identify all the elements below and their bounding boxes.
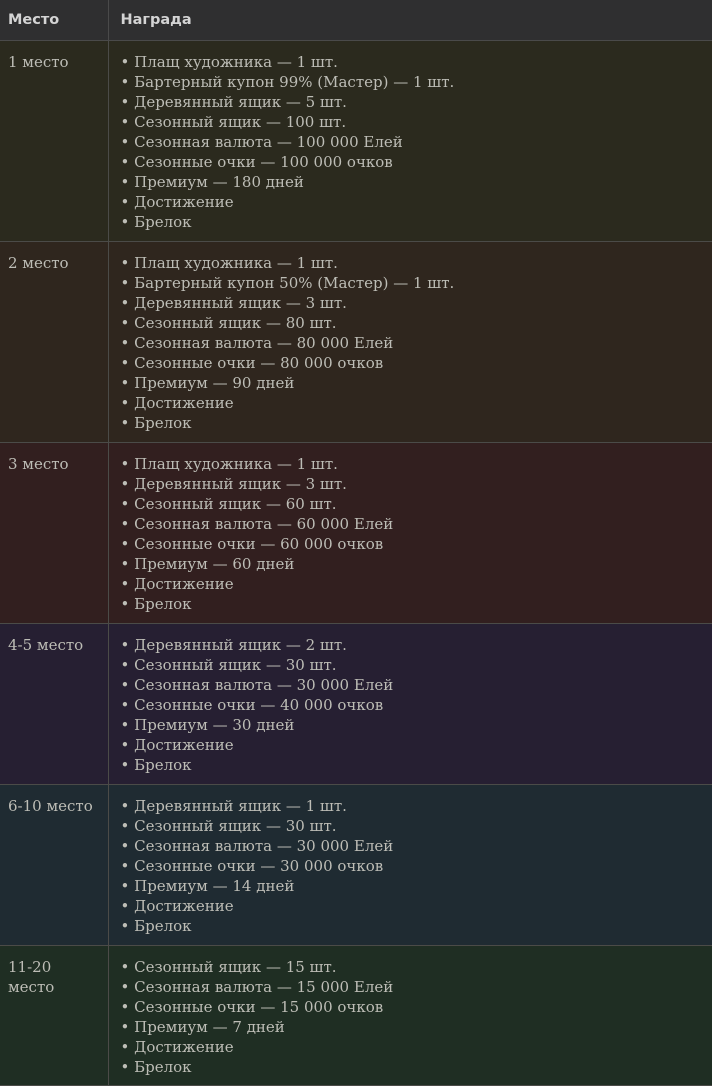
reward-list: Деревянный ящик — 2 шт.Сезонный ящик — 3… (121, 635, 712, 775)
reward-item: Сезонная валюта — 80 000 Елей (121, 333, 712, 353)
reward-item: Премиум — 90 дней (121, 373, 712, 393)
reward-item: Сезонные очки — 80 000 очков (121, 353, 712, 373)
place-cell: 3 место (0, 443, 108, 624)
reward-cell: Плащ художника — 1 шт.Бартерный купон 99… (108, 41, 712, 242)
reward-item: Сезонный ящик — 30 шт. (121, 816, 712, 836)
column-header-place: Место (0, 0, 108, 41)
place-cell: 1 место (0, 41, 108, 242)
reward-item: Премиум — 14 дней (121, 876, 712, 896)
reward-item: Брелок (121, 594, 712, 614)
reward-item: Премиум — 60 дней (121, 554, 712, 574)
reward-item: Премиум — 30 дней (121, 715, 712, 735)
reward-item: Сезонные очки — 60 000 очков (121, 534, 712, 554)
reward-item: Премиум — 180 дней (121, 172, 712, 192)
place-cell: 11-20 место (0, 946, 108, 1086)
reward-item: Сезонный ящик — 60 шт. (121, 494, 712, 514)
reward-item: Сезонный ящик — 15 шт. (121, 957, 712, 977)
reward-item: Деревянный ящик — 1 шт. (121, 796, 712, 816)
reward-list: Деревянный ящик — 1 шт.Сезонный ящик — 3… (121, 796, 712, 936)
reward-list: Плащ художника — 1 шт.Бартерный купон 50… (121, 253, 712, 433)
reward-item: Достижение (121, 574, 712, 594)
reward-item: Сезонная валюта — 15 000 Елей (121, 977, 712, 997)
reward-list: Плащ художника — 1 шт.Деревянный ящик — … (121, 454, 712, 614)
reward-item: Брелок (121, 1057, 712, 1077)
reward-item: Сезонный ящик — 80 шт. (121, 313, 712, 333)
reward-item: Плащ художника — 1 шт. (121, 454, 712, 474)
reward-item: Достижение (121, 1037, 712, 1057)
reward-item: Достижение (121, 896, 712, 916)
reward-item: Брелок (121, 755, 712, 775)
place-cell: 2 место (0, 242, 108, 443)
table-row: 3 местоПлащ художника — 1 шт.Деревянный … (0, 443, 712, 624)
rewards-table: Место Награда 1 местоПлащ художника — 1 … (0, 0, 712, 1086)
reward-item: Сезонные очки — 30 000 очков (121, 856, 712, 876)
reward-item: Сезонные очки — 100 000 очков (121, 152, 712, 172)
reward-item: Сезонная валюта — 30 000 Елей (121, 836, 712, 856)
reward-item: Брелок (121, 916, 712, 936)
reward-item: Сезонные очки — 15 000 очков (121, 997, 712, 1017)
table-body: 1 местоПлащ художника — 1 шт.Бартерный к… (0, 41, 712, 1086)
reward-cell: Плащ художника — 1 шт.Бартерный купон 50… (108, 242, 712, 443)
column-header-reward: Награда (108, 0, 712, 41)
reward-item: Деревянный ящик — 3 шт. (121, 293, 712, 313)
reward-item: Бартерный купон 99% (Мастер) — 1 шт. (121, 72, 712, 92)
table-row: 4-5 местоДеревянный ящик — 2 шт.Сезонный… (0, 624, 712, 785)
reward-list: Плащ художника — 1 шт.Бартерный купон 99… (121, 52, 712, 232)
table-row: 6-10 местоДеревянный ящик — 1 шт.Сезонны… (0, 785, 712, 946)
table-row: 11-20 местоСезонный ящик — 15 шт.Сезонна… (0, 946, 712, 1086)
reward-item: Деревянный ящик — 3 шт. (121, 474, 712, 494)
reward-item: Деревянный ящик — 2 шт. (121, 635, 712, 655)
reward-item: Премиум — 7 дней (121, 1017, 712, 1037)
reward-cell: Плащ художника — 1 шт.Деревянный ящик — … (108, 443, 712, 624)
reward-item: Деревянный ящик — 5 шт. (121, 92, 712, 112)
reward-cell: Сезонный ящик — 15 шт.Сезонная валюта — … (108, 946, 712, 1086)
reward-item: Плащ художника — 1 шт. (121, 52, 712, 72)
table-row: 2 местоПлащ художника — 1 шт.Бартерный к… (0, 242, 712, 443)
table-row: 1 местоПлащ художника — 1 шт.Бартерный к… (0, 41, 712, 242)
place-cell: 6-10 место (0, 785, 108, 946)
reward-item: Сезонный ящик — 100 шт. (121, 112, 712, 132)
reward-cell: Деревянный ящик — 2 шт.Сезонный ящик — 3… (108, 624, 712, 785)
reward-item: Достижение (121, 393, 712, 413)
reward-item: Бартерный купон 50% (Мастер) — 1 шт. (121, 273, 712, 293)
reward-item: Сезонная валюта — 30 000 Елей (121, 675, 712, 695)
reward-cell: Деревянный ящик — 1 шт.Сезонный ящик — 3… (108, 785, 712, 946)
reward-item: Брелок (121, 413, 712, 433)
table-header-row: Место Награда (0, 0, 712, 41)
reward-list: Сезонный ящик — 15 шт.Сезонная валюта — … (121, 957, 712, 1077)
reward-item: Плащ художника — 1 шт. (121, 253, 712, 273)
reward-item: Сезонные очки — 40 000 очков (121, 695, 712, 715)
reward-item: Сезонный ящик — 30 шт. (121, 655, 712, 675)
reward-item: Сезонная валюта — 100 000 Елей (121, 132, 712, 152)
reward-item: Сезонная валюта — 60 000 Елей (121, 514, 712, 534)
reward-item: Достижение (121, 192, 712, 212)
place-cell: 4-5 место (0, 624, 108, 785)
reward-item: Брелок (121, 212, 712, 232)
reward-item: Достижение (121, 735, 712, 755)
